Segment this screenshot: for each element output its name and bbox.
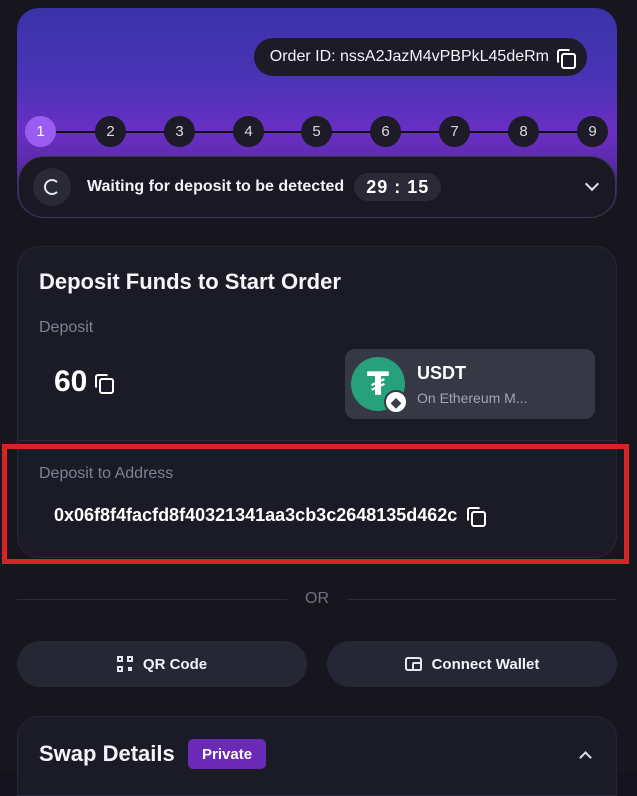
qr-code-icon <box>116 656 133 672</box>
qr-code-label: QR Code <box>142 655 208 673</box>
deposit-title: Deposit Funds to Start Order <box>39 269 341 294</box>
connect-wallet-label: Connect Wallet <box>431 655 540 673</box>
token-network: On Ethereum M... <box>417 389 528 406</box>
step-7: 7 <box>439 116 470 147</box>
divider <box>18 440 616 441</box>
or-text: OR <box>305 590 329 607</box>
step-3: 3 <box>164 116 195 147</box>
deposit-amount-value: 60 <box>54 365 88 398</box>
order-page: Order ID: nssA2JazM4vPBPkL45deRm 1 2 3 4… <box>0 0 637 796</box>
swap-details-title: Swap Details <box>39 741 175 766</box>
tether-icon: ₮ ◆ <box>351 357 408 414</box>
step-9: 9 <box>577 116 608 147</box>
step-2: 2 <box>95 116 126 147</box>
deposit-amount-label: Deposit <box>39 319 94 336</box>
step-5: 5 <box>301 116 332 147</box>
address-highlight-box <box>2 444 629 564</box>
private-badge: Private <box>188 739 267 769</box>
deposit-status-bar[interactable]: Waiting for deposit to be detected 29 : … <box>18 156 616 218</box>
connect-wallet-button[interactable]: Connect Wallet <box>327 641 617 687</box>
spinner-icon <box>33 168 71 206</box>
step-1: 1 <box>25 116 56 147</box>
divider <box>17 598 287 600</box>
countdown-timer: 29 : 15 <box>354 173 442 201</box>
step-4: 4 <box>233 116 264 147</box>
ethereum-icon: ◆ <box>384 390 408 414</box>
copy-icon[interactable] <box>557 48 576 69</box>
token-symbol: USDT <box>417 362 466 383</box>
swap-details-card[interactable]: Swap Details Private <box>17 716 617 796</box>
deposit-amount: 60 <box>54 365 115 399</box>
or-separator: OR <box>17 587 617 611</box>
step-8: 8 <box>508 116 539 147</box>
status-text: Waiting for deposit to be detected <box>87 178 345 195</box>
copy-icon[interactable] <box>95 373 115 394</box>
order-id-text: Order ID: nssA2JazM4vPBPkL45deRm <box>269 48 549 65</box>
order-id-pill[interactable]: Order ID: nssA2JazM4vPBPkL45deRm <box>253 38 587 76</box>
divider <box>347 598 617 600</box>
qr-code-button[interactable]: QR Code <box>17 641 307 687</box>
progress-steps: 1 2 3 4 5 6 7 8 9 <box>25 116 613 148</box>
step-6: 6 <box>370 116 401 147</box>
wallet-icon <box>404 657 422 671</box>
chevron-up-icon[interactable] <box>579 751 592 764</box>
token-info: USDT On Ethereum M... <box>417 363 527 406</box>
chevron-down-icon[interactable] <box>584 176 600 192</box>
token-selector: ₮ ◆ USDT On Ethereum M... <box>345 349 595 419</box>
